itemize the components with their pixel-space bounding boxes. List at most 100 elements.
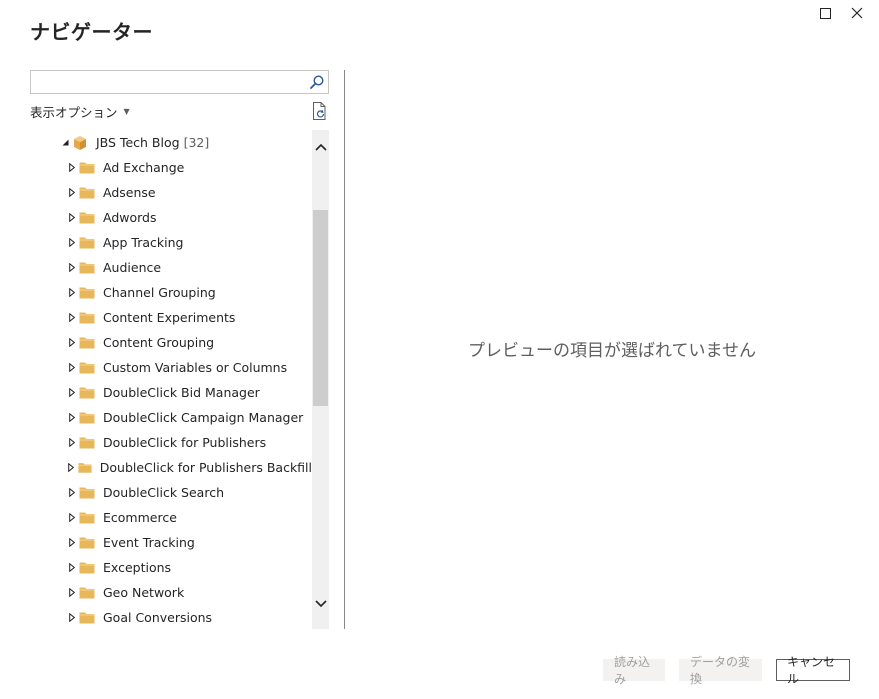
tree-item-label: App Tracking (103, 235, 184, 250)
scroll-up-button[interactable] (312, 142, 329, 158)
dialog-footer: 読み込み データの変換 キャンセル (603, 655, 850, 686)
tree-item-label: Ad Exchange (103, 160, 185, 175)
tree-item-label: DoubleClick Campaign Manager (103, 410, 304, 425)
tree-item[interactable]: Audience (30, 255, 312, 280)
search-icon[interactable] (309, 74, 325, 90)
tree-item[interactable]: DoubleClick for Publishers (30, 430, 312, 455)
expand-arrow-icon[interactable] (67, 538, 77, 548)
maximize-icon (819, 7, 831, 19)
folder-icon (79, 537, 95, 549)
folder-icon (79, 162, 95, 174)
display-options-button[interactable]: 表示オプション ▼ (30, 102, 130, 121)
tree-item-label: Goal Conversions (103, 610, 213, 625)
tree-item-label: Adwords (103, 210, 157, 225)
tree-item[interactable]: Event Tracking (30, 530, 312, 555)
chevron-down-icon: ▼ (123, 107, 130, 116)
folder-icon (79, 212, 95, 224)
tree-item[interactable]: Ad Exchange (30, 155, 312, 180)
tree-item[interactable]: Ecommerce (30, 505, 312, 530)
expand-arrow-icon[interactable] (67, 413, 77, 423)
navigator-tree-area: JBS Tech Blog [32] Ad Exchange Adsense Adw… (30, 130, 329, 629)
close-icon (851, 7, 863, 19)
folder-icon (79, 337, 95, 349)
search-input[interactable] (31, 71, 301, 93)
tree-item[interactable]: Goal Conversions (30, 605, 312, 629)
expand-arrow-icon[interactable] (67, 263, 77, 273)
tree-item[interactable]: Geo Network (30, 580, 312, 605)
tree-item[interactable]: Content Grouping (30, 330, 312, 355)
expand-arrow-icon[interactable] (67, 238, 77, 248)
tree-item-label: Audience (103, 260, 162, 275)
maximize-button[interactable] (809, 4, 841, 22)
folder-icon (79, 587, 95, 599)
expand-arrow-icon[interactable] (67, 363, 77, 373)
folder-icon (79, 437, 95, 449)
tree-scrollbar[interactable] (312, 130, 329, 629)
load-button[interactable]: 読み込み (603, 655, 665, 686)
search-box (30, 70, 329, 94)
folder-icon (79, 612, 95, 624)
tree-item[interactable]: Custom Variables or Columns (30, 355, 312, 380)
expand-arrow-icon[interactable] (67, 438, 77, 448)
scroll-down-button[interactable] (312, 599, 329, 615)
expand-arrow-icon[interactable] (67, 213, 77, 223)
display-options-label: 表示オプション (30, 105, 118, 120)
window-controls (809, 4, 873, 22)
expand-arrow-icon[interactable] (67, 188, 77, 198)
tree-item-label: DoubleClick Search (103, 485, 224, 500)
folder-icon (79, 562, 95, 574)
refresh-icon[interactable] (311, 101, 329, 121)
tree-item-label: Exceptions (103, 560, 172, 575)
navigator-tree: JBS Tech Blog [32] Ad Exchange Adsense Adw… (30, 130, 312, 629)
expand-arrow-icon[interactable] (67, 313, 77, 323)
expand-arrow-icon[interactable] (67, 463, 76, 473)
tree-item-label: Custom Variables or Columns (103, 360, 288, 375)
tree-item-label: Content Grouping (103, 335, 215, 350)
tree-item[interactable]: App Tracking (30, 230, 312, 255)
folder-icon (79, 512, 95, 524)
tree-item-label: DoubleClick for Publishers (103, 435, 267, 450)
tree-item[interactable]: Exceptions (30, 555, 312, 580)
cancel-button[interactable]: キャンセル (776, 655, 850, 686)
tree-item-label: Adsense (103, 185, 156, 200)
folder-icon (79, 312, 95, 324)
folder-icon (79, 487, 95, 499)
tree-item[interactable]: DoubleClick Search (30, 480, 312, 505)
expand-arrow-icon[interactable] (67, 488, 77, 498)
dialog-title: ナビゲーター (30, 20, 153, 44)
chevron-up-icon (314, 143, 327, 151)
tree-root-item[interactable]: JBS Tech Blog [32] (30, 130, 312, 155)
tree-item[interactable]: DoubleClick for Publishers Backfill (30, 455, 312, 480)
folder-icon (78, 463, 92, 473)
tree-item-label: Event Tracking (103, 535, 195, 550)
expand-arrow-icon[interactable] (67, 613, 77, 623)
scroll-thumb[interactable] (313, 210, 328, 406)
expand-arrow-icon[interactable] (67, 288, 77, 298)
expand-arrow-icon[interactable] (67, 513, 77, 523)
close-button[interactable] (841, 4, 873, 22)
expand-arrow-icon[interactable] (67, 588, 77, 598)
tree-item[interactable]: Adsense (30, 180, 312, 205)
cube-icon (74, 135, 86, 150)
tree-item[interactable]: Content Experiments (30, 305, 312, 330)
tree-item-label: Content Experiments (103, 310, 236, 325)
tree-item[interactable]: Adwords (30, 205, 312, 230)
tree-item[interactable]: DoubleClick Campaign Manager (30, 405, 312, 430)
tree-item-label: Channel Grouping (103, 285, 216, 300)
collapse-arrow-icon[interactable] (60, 138, 70, 148)
expand-arrow-icon[interactable] (67, 163, 77, 173)
tree-root-count: [32] (183, 135, 210, 150)
tree-item[interactable]: DoubleClick Bid Manager (30, 380, 312, 405)
expand-arrow-icon[interactable] (67, 563, 77, 573)
expand-arrow-icon[interactable] (67, 338, 77, 348)
folder-icon (79, 387, 95, 399)
tree-root-label: JBS Tech Blog (96, 135, 180, 150)
chevron-down-icon (314, 600, 327, 608)
expand-arrow-icon[interactable] (67, 388, 77, 398)
options-row: 表示オプション ▼ (30, 102, 329, 120)
preview-empty-message: プレビューの項目が選ばれていません (468, 341, 756, 361)
transform-data-button[interactable]: データの変換 (679, 655, 762, 686)
folder-icon (79, 362, 95, 374)
tree-item-label: DoubleClick for Publishers Backfill (99, 460, 312, 475)
tree-item[interactable]: Channel Grouping (30, 280, 312, 305)
